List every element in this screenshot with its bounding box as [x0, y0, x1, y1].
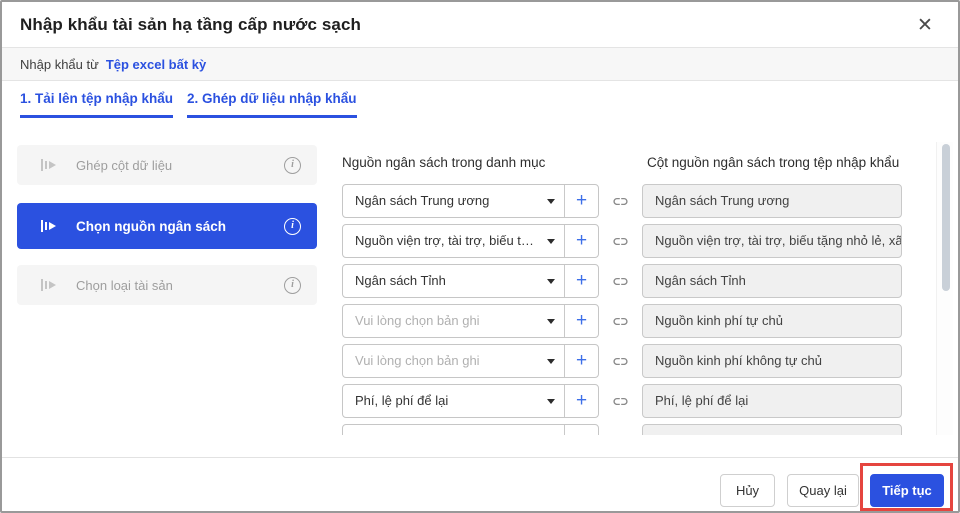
step-label: Chọn nguồn ngân sách — [76, 219, 226, 234]
step-label: Ghép cột dữ liệu — [76, 158, 172, 173]
file-column-value: Ngân sách Tỉnh — [642, 264, 902, 298]
step-icon — [41, 158, 58, 172]
mapping-rows-viewport: Ngân sách Trung ương + Ngân sách Trung ư… — [342, 184, 928, 435]
info-icon[interactable]: i — [284, 277, 301, 294]
step-icon — [41, 219, 58, 233]
mapping-row: + — [342, 424, 928, 435]
budget-source-select[interactable] — [343, 425, 538, 435]
budget-source-select[interactable]: Ngân sách Tỉnh — [343, 265, 538, 297]
budget-source-dropdown-group: Vui lòng chọn bản ghi + — [342, 344, 599, 378]
add-budget-source-button[interactable]: + — [564, 305, 598, 337]
wizard-tabs: 1. Tải lên tệp nhập khẩu 2. Ghép dữ liệu… — [2, 81, 958, 121]
file-column-value: Phí, lệ phí để lại — [642, 384, 902, 418]
budget-source-dropdown-group: Ngân sách Tỉnh + — [342, 264, 599, 298]
link-icon — [599, 304, 642, 338]
budget-source-dropdown-group: Ngân sách Trung ương + — [342, 184, 599, 218]
add-budget-source-button[interactable]: + — [564, 225, 598, 257]
dialog-title: Nhập khẩu tài sản hạ tầng cấp nước sạch — [20, 15, 361, 35]
mapping-row: Ngân sách Tỉnh + Ngân sách Tỉnh — [342, 264, 928, 298]
link-icon — [599, 224, 642, 258]
add-budget-source-button[interactable]: + — [564, 425, 598, 435]
tab-map-data[interactable]: 2. Ghép dữ liệu nhập khẩu — [187, 91, 357, 118]
budget-source-select[interactable]: Vui lòng chọn bản ghi — [343, 345, 538, 377]
link-icon — [599, 384, 642, 418]
back-button[interactable]: Quay lại — [787, 474, 859, 507]
budget-source-select[interactable]: Vui lòng chọn bản ghi — [343, 305, 538, 337]
link-icon — [599, 424, 642, 435]
close-icon[interactable]: ✕ — [912, 12, 938, 38]
import-source-bar: Nhập khẩu từ Tệp excel bất kỳ — [2, 48, 958, 81]
column-header-catalog-budget-source: Nguồn ngân sách trong danh mục — [342, 155, 545, 170]
add-budget-source-button[interactable]: + — [564, 345, 598, 377]
scrollbar-thumb[interactable] — [942, 144, 950, 291]
file-column-value: Nguồn kinh phí không tự chủ — [642, 344, 902, 378]
chevron-down-icon — [538, 425, 564, 435]
link-icon — [599, 344, 642, 378]
add-budget-source-button[interactable]: + — [564, 385, 598, 417]
budget-source-dropdown-group: Vui lòng chọn bản ghi + — [342, 304, 599, 338]
sidebar-item-select-budget-source[interactable]: Chọn nguồn ngân sách i — [17, 203, 317, 249]
tab-upload-file[interactable]: 1. Tải lên tệp nhập khẩu — [20, 91, 173, 118]
sidebar-item-select-asset-type[interactable]: Chọn loại tài sản i — [17, 265, 317, 305]
step-icon — [41, 278, 58, 292]
sidebar-item-map-columns[interactable]: Ghép cột dữ liệu i — [17, 145, 317, 185]
budget-source-dropdown-group: Nguồn viện trợ, tài trợ, biếu tặng nhỏ l… — [342, 224, 599, 258]
budget-source-select[interactable]: Phí, lệ phí để lại — [343, 385, 538, 417]
link-icon — [599, 264, 642, 298]
chevron-down-icon — [538, 185, 564, 217]
budget-source-dropdown-group: Phí, lệ phí để lại + — [342, 384, 599, 418]
budget-source-select[interactable]: Ngân sách Trung ương — [343, 185, 538, 217]
import-from-label: Nhập khẩu từ — [20, 57, 99, 72]
info-icon[interactable]: i — [284, 218, 301, 235]
dialog-title-bar: Nhập khẩu tài sản hạ tầng cấp nước sạch … — [2, 2, 958, 48]
file-column-value — [642, 424, 902, 435]
file-column-value: Nguồn viện trợ, tài trợ, biếu tặng nhỏ l… — [642, 224, 902, 258]
step-label: Chọn loại tài sản — [76, 278, 173, 293]
mapping-row: Ngân sách Trung ương + Ngân sách Trung ư… — [342, 184, 928, 218]
column-header-file-budget-source: Cột nguồn ngân sách trong tệp nhập khẩu — [647, 155, 899, 170]
budget-source-select[interactable]: Nguồn viện trợ, tài trợ, biếu tặng nhỏ l… — [343, 225, 538, 257]
mapping-row: Vui lòng chọn bản ghi + Nguồn kinh phí k… — [342, 344, 928, 378]
chevron-down-icon — [538, 265, 564, 297]
link-icon — [599, 184, 642, 218]
import-dialog: Nhập khẩu tài sản hạ tầng cấp nước sạch … — [0, 0, 960, 513]
mapping-row: Vui lòng chọn bản ghi + Nguồn kinh phí t… — [342, 304, 928, 338]
continue-button[interactable]: Tiếp tục — [870, 474, 944, 507]
file-column-value: Ngân sách Trung ương — [642, 184, 902, 218]
footer-divider — [2, 457, 958, 458]
file-column-value: Nguồn kinh phí tự chủ — [642, 304, 902, 338]
budget-source-dropdown-group: + — [342, 424, 599, 435]
cancel-button[interactable]: Hủy — [720, 474, 775, 507]
mapping-row: Nguồn viện trợ, tài trợ, biếu tặng nhỏ l… — [342, 224, 928, 258]
add-budget-source-button[interactable]: + — [564, 265, 598, 297]
add-budget-source-button[interactable]: + — [564, 185, 598, 217]
mapping-row: Phí, lệ phí để lại + Phí, lệ phí để lại — [342, 384, 928, 418]
chevron-down-icon — [538, 225, 564, 257]
chevron-down-icon — [538, 305, 564, 337]
chevron-down-icon — [538, 345, 564, 377]
chevron-down-icon — [538, 385, 564, 417]
excel-file-link[interactable]: Tệp excel bất kỳ — [106, 57, 206, 72]
info-icon[interactable]: i — [284, 157, 301, 174]
